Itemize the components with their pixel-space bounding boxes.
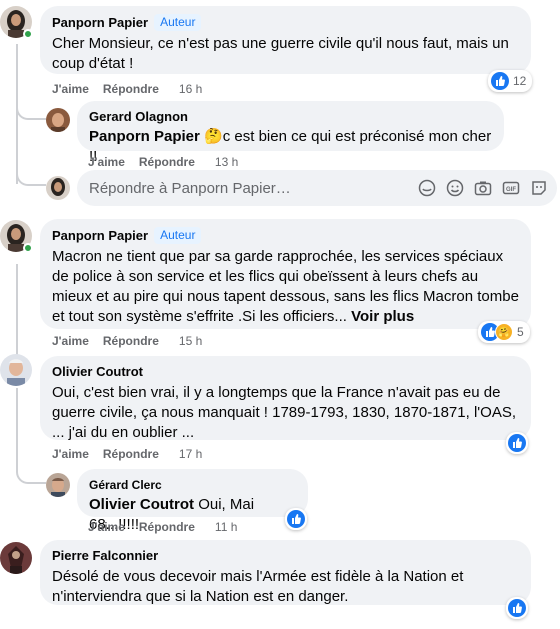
like-button[interactable]: J'aime [88, 155, 125, 169]
like-button[interactable]: J'aime [52, 82, 89, 96]
timestamp[interactable]: 17 h [179, 447, 202, 461]
like-icon [287, 510, 305, 528]
avatar[interactable] [46, 473, 70, 497]
see-more-link[interactable]: Voir plus [351, 308, 414, 325]
reply-bubble: Gerard Olagnon Panporn Papier 🤔c est bie… [77, 101, 504, 165]
comment-actions: J'aime Répondre 17 h [52, 447, 216, 461]
like-button[interactable]: J'aime [52, 334, 89, 348]
comment-author[interactable]: Olivier Coutrot [52, 364, 519, 380]
mention-link[interactable]: Olivier Coutrot [89, 496, 194, 513]
thread-elbow [16, 100, 46, 120]
gif-icon[interactable]: GIF [501, 178, 521, 198]
like-icon [491, 72, 509, 90]
comment-bubble: Panporn Papier Auteur Cher Monsieur, ce n… [40, 6, 531, 74]
comment-author[interactable]: Panporn Papier [52, 228, 148, 243]
comment-author[interactable]: Panporn Papier [52, 15, 148, 30]
author-badge: Auteur [154, 14, 202, 31]
comment-bubble: Panporn Papier Auteur Macron ne tient que… [40, 219, 531, 329]
like-button[interactable]: J'aime [88, 520, 125, 534]
comment-text: Macron ne tient que par sa garde rapproc… [52, 248, 519, 325]
reaction-summary[interactable] [506, 432, 528, 454]
mention-link[interactable]: Panporn Papier [89, 128, 200, 145]
timestamp[interactable]: 13 h [215, 155, 238, 169]
current-user-avatar [46, 176, 70, 200]
comment-actions: J'aime Répondre 16 h [52, 82, 216, 96]
thread-line [16, 264, 18, 364]
reply-input[interactable]: Répondre à Panporn Papier… GIF [77, 170, 557, 206]
reply-button[interactable]: Répondre [103, 82, 159, 96]
thread-elbow [16, 166, 46, 186]
reaction-summary[interactable] [285, 508, 307, 530]
emoji: 🤔 [204, 128, 223, 145]
timestamp[interactable]: 11 h [215, 520, 237, 534]
thread-elbow [16, 448, 46, 484]
reply-button[interactable]: Répondre [103, 447, 159, 461]
comment-bubble: Pierre Falconnier Désolé de vous decevoi… [40, 540, 531, 605]
reply-button[interactable]: Répondre [103, 334, 159, 348]
reaction-summary[interactable]: 12 [488, 70, 533, 92]
reply-button[interactable]: Répondre [139, 520, 195, 534]
comment-actions: J'aime Répondre 11 h [88, 520, 251, 534]
comment-actions: J'aime Répondre 13 h [88, 155, 252, 169]
avatar[interactable] [0, 354, 32, 386]
author-badge: Auteur [154, 227, 202, 244]
comment-bubble: Olivier Coutrot Oui, c'est bien vrai, il… [40, 356, 531, 441]
reaction-summary[interactable] [506, 597, 528, 619]
reaction-count: 12 [513, 74, 527, 88]
reaction-count: 5 [517, 325, 524, 339]
online-indicator [23, 243, 33, 253]
avatar[interactable] [0, 542, 32, 574]
timestamp[interactable]: 15 h [179, 334, 202, 348]
camera-icon[interactable] [473, 178, 493, 198]
sticker-icon[interactable] [417, 178, 437, 198]
comment-actions: J'aime Répondre 15 h [52, 334, 216, 348]
comment-author[interactable]: Pierre Falconnier [52, 548, 519, 564]
timestamp[interactable]: 16 h [179, 82, 202, 96]
emoji-icon[interactable] [445, 178, 465, 198]
care-icon: 🤗 [495, 323, 513, 341]
avatar[interactable] [46, 108, 70, 132]
comment-text: Oui, c'est bien vrai, il y a longtemps q… [52, 384, 516, 441]
reply-button[interactable]: Répondre [139, 155, 195, 169]
like-icon [508, 434, 526, 452]
avatar-sticker-icon[interactable] [529, 178, 549, 198]
comment-text: Désolé de vous decevoir mais l'Armée est… [52, 568, 464, 605]
reply-placeholder: Répondre à Panporn Papier… [89, 179, 291, 197]
comment-author[interactable]: Gerard Olagnon [89, 109, 492, 125]
like-button[interactable]: J'aime [52, 447, 89, 461]
comment-text: Cher Monsieur, ce n'est pas une guerre c… [52, 35, 509, 72]
svg-text:GIF: GIF [506, 187, 516, 193]
reaction-summary[interactable]: 🤗 5 [478, 321, 530, 343]
online-indicator [23, 29, 33, 39]
comment-author[interactable]: Gérard Clerc [89, 477, 296, 493]
reply-bubble: Gérard Clerc Olivier Coutrot Oui, Mai 68… [77, 469, 308, 533]
like-icon [508, 599, 526, 617]
